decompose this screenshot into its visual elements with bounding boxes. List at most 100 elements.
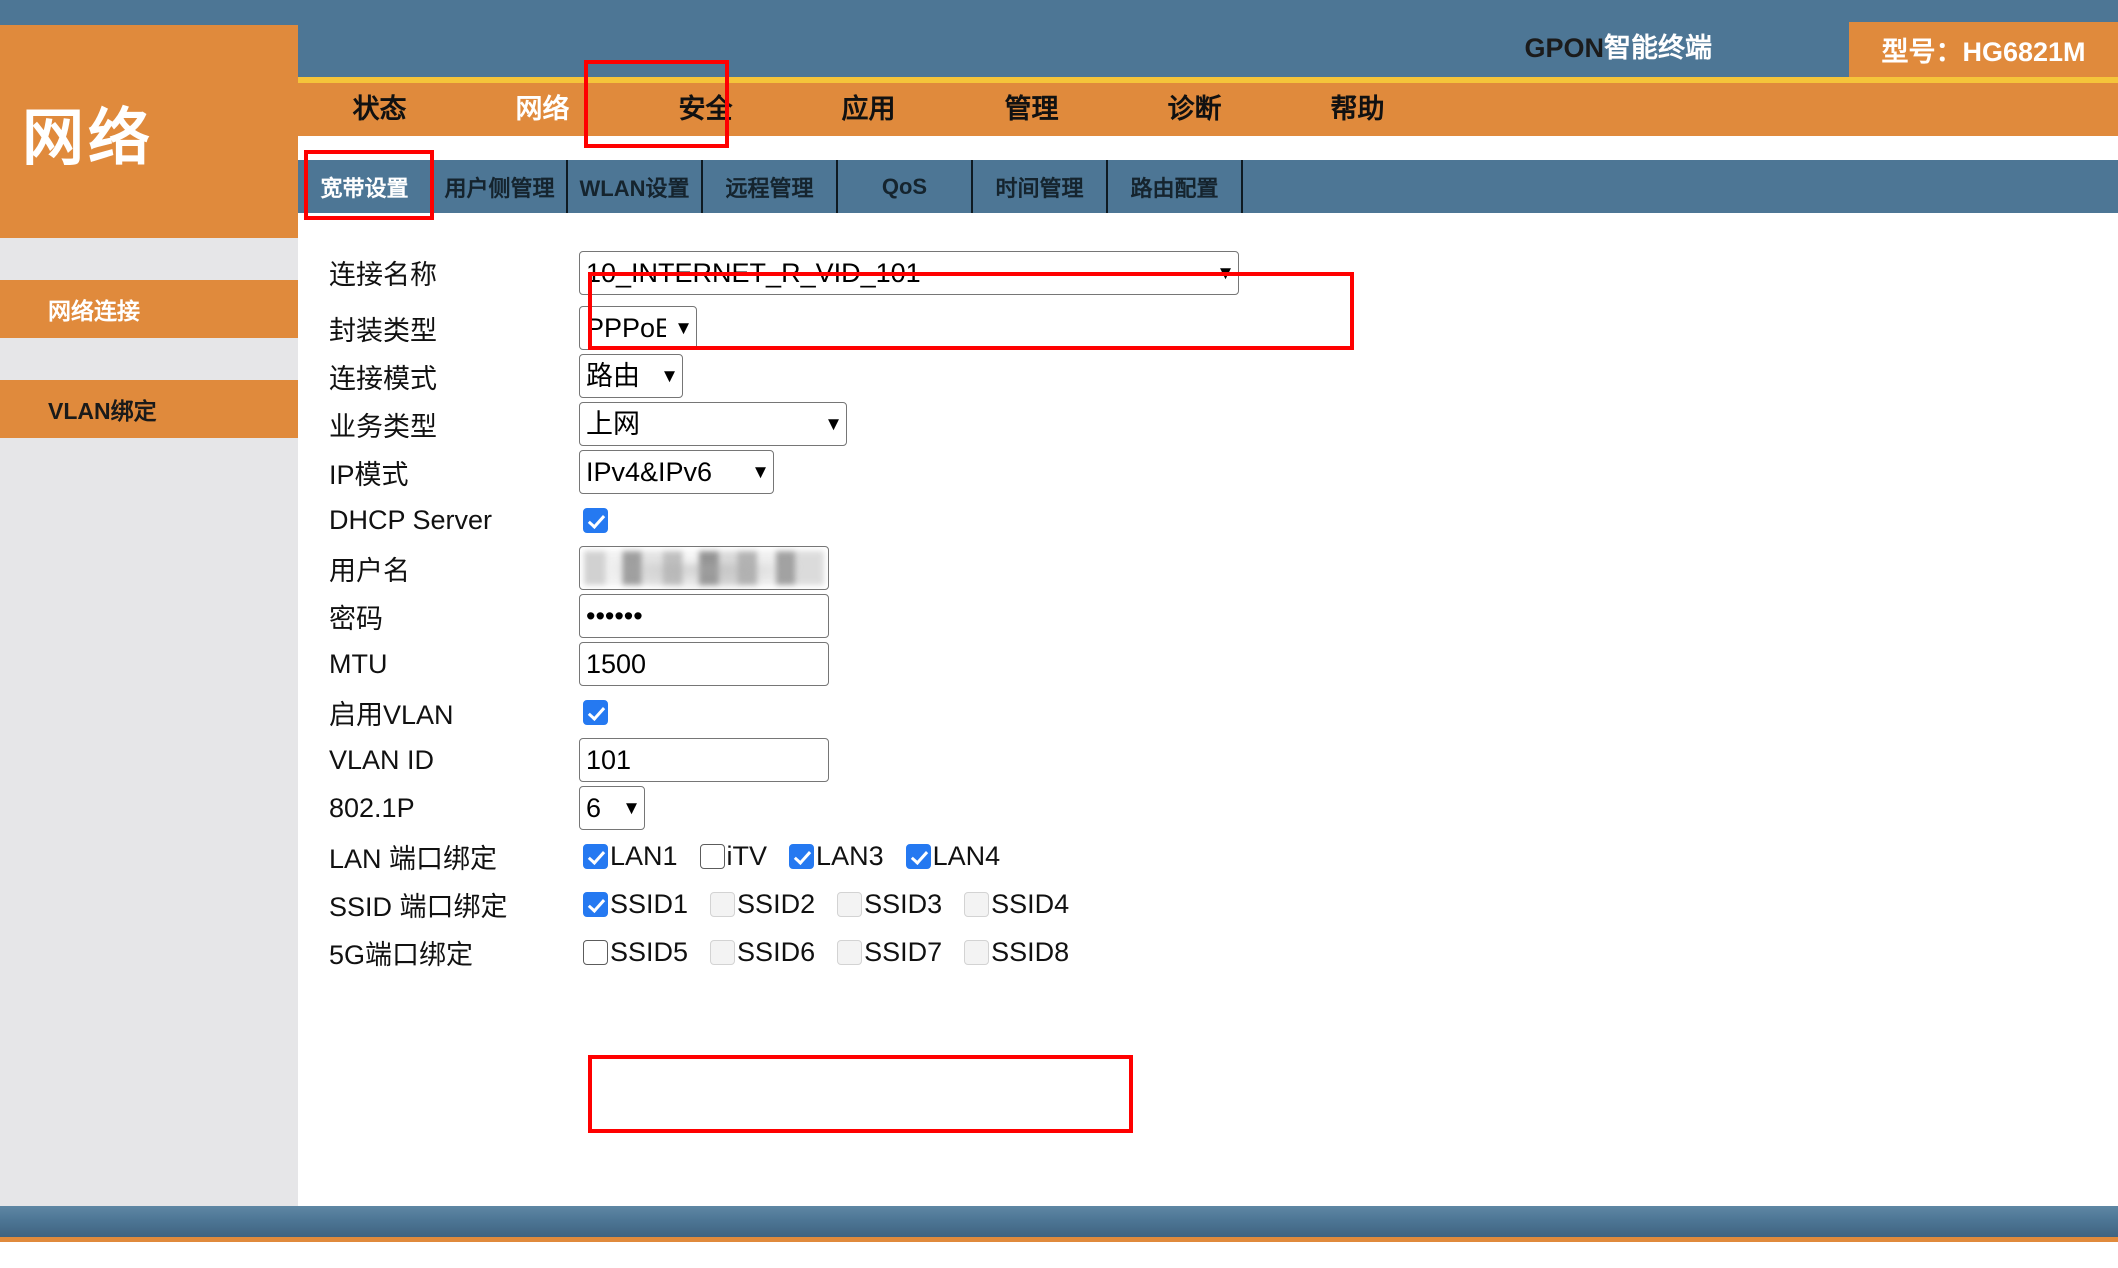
row-dhcp-server: DHCP Server (298, 496, 2118, 544)
row-connection-name: 连接名称 10_INTERNET_R_VID_101 (298, 241, 2118, 304)
dot1p-select[interactable]: 6 (579, 786, 645, 830)
itv-label: iTV (726, 840, 768, 871)
ssid1-checkbox[interactable] (583, 891, 608, 917)
vlan-id-field[interactable] (579, 738, 829, 782)
content-panel: 连接名称 10_INTERNET_R_VID_101 封装类型 PPPoE (298, 213, 2118, 1228)
lan4-checkbox[interactable] (905, 843, 931, 869)
password-field[interactable] (579, 594, 829, 638)
connection-name-select-wrap: 10_INTERNET_R_VID_101 (579, 250, 1239, 295)
ssid-binding-item-ssid6: SSID6 (710, 937, 815, 968)
dot1p-select-wrap: 6 (579, 786, 645, 830)
nav-item-application[interactable]: 应用 (787, 83, 950, 136)
row-vlan-id: VLAN ID (298, 736, 2118, 784)
connection-name-select[interactable]: 10_INTERNET_R_VID_101 (579, 250, 1239, 295)
ssid-binding-item-ssid1: SSID1 (583, 889, 688, 920)
header-band (0, 0, 2118, 77)
label-vlan-id: VLAN ID (329, 744, 435, 775)
ip-mode-select[interactable]: IPv4&IPv6 (579, 450, 774, 494)
nav-item-status[interactable]: 状态 (298, 83, 461, 136)
ssid8-checkbox (964, 939, 990, 965)
ssid-binding-item-ssid4: SSID4 (964, 889, 1069, 920)
label-dhcp-server: DHCP Server (329, 504, 493, 535)
label-enable-vlan: 启用VLAN (329, 699, 454, 730)
connection-mode-select[interactable]: 路由 (579, 354, 683, 398)
ssid6-checkbox (710, 939, 736, 965)
label-dot1p: 802.1P (329, 792, 415, 823)
router-admin-page: GPON智能终端 型号：HG6821M 网络 状态 网络 安全 应用 管理 诊断… (0, 0, 2118, 1268)
ssid-binding-item-ssid5: SSID5 (583, 937, 688, 968)
row-mtu: MTU (298, 640, 2118, 688)
encapsulation-type-select[interactable]: PPPoE (579, 306, 697, 350)
nav-item-network[interactable]: 网络 (461, 83, 624, 136)
lan-binding-item-lan1: LAN1 (583, 841, 678, 872)
label-password: 密码 (329, 603, 383, 634)
subtab-user-side-management[interactable]: 用户侧管理 (433, 160, 568, 213)
label-lan-binding: LAN 端口绑定 (329, 843, 498, 874)
subtab-remote-management[interactable]: 远程管理 (703, 160, 838, 213)
row-enable-vlan: 启用VLAN (298, 688, 2118, 736)
lan-binding-item-lan3: LAN3 (789, 841, 884, 872)
subtab-wlan-settings[interactable]: WLAN设置 (568, 160, 703, 213)
subtab-time-management[interactable]: 时间管理 (973, 160, 1108, 213)
row-ip-mode: IP模式 IPv4&IPv6 (298, 448, 2118, 496)
brand-prefix: GPON (1524, 33, 1604, 63)
row-ssid-binding: SSID 端口绑定 SSID1 SSID2 SSID3 SSID4 (298, 880, 2118, 928)
subtab-broadband-settings[interactable]: 宽带设置 (298, 160, 433, 213)
ssid-5g-binding-group: SSID5 SSID6 SSID7 SSID8 (583, 937, 1091, 968)
row-username: 用户名 (298, 544, 2118, 592)
nav-item-diagnostics[interactable]: 诊断 (1113, 83, 1276, 136)
service-type-select[interactable]: 上网 (579, 402, 847, 446)
nav-item-management[interactable]: 管理 (950, 83, 1113, 136)
ssid1-label: SSID1 (610, 888, 689, 919)
label-ssid-binding: SSID 端口绑定 (329, 891, 508, 922)
ssid7-label: SSID7 (864, 936, 943, 967)
mtu-field[interactable] (579, 642, 829, 686)
sidebar-item-vlan-binding[interactable]: VLAN绑定 (0, 380, 298, 438)
itv-checkbox[interactable] (699, 843, 725, 869)
lan1-checkbox[interactable] (583, 843, 608, 869)
ssid7-checkbox (837, 939, 863, 965)
lan-binding-item-itv: iTV (699, 840, 768, 872)
ssid2-label: SSID2 (737, 888, 816, 919)
ssid4-checkbox (964, 891, 990, 917)
row-encapsulation-type: 封装类型 PPPoE (298, 304, 2118, 352)
dhcp-server-checkbox[interactable] (583, 507, 608, 533)
nav-item-security[interactable]: 安全 (624, 83, 787, 136)
broadband-settings-form: 连接名称 10_INTERNET_R_VID_101 封装类型 PPPoE (298, 213, 2118, 976)
sidebar-gap-mid (0, 338, 298, 380)
ssid-binding-item-ssid8: SSID8 (964, 937, 1069, 968)
page-title: 网络 (0, 25, 298, 238)
username-redaction-smudge (604, 563, 804, 589)
nav-item-help[interactable]: 帮助 (1276, 83, 1439, 136)
subtab-qos[interactable]: QoS (838, 160, 973, 213)
ssid4-label: SSID4 (991, 888, 1070, 919)
ssid-binding-item-ssid3: SSID3 (837, 889, 942, 920)
row-service-type: 业务类型 上网 (298, 400, 2118, 448)
subnav-filler (1243, 160, 2118, 213)
lan4-label: LAN4 (932, 840, 1001, 871)
ssid5-checkbox[interactable] (583, 939, 608, 965)
lan1-label: LAN1 (610, 840, 678, 871)
row-connection-mode: 连接模式 路由 (298, 352, 2118, 400)
row-lan-binding: LAN 端口绑定 LAN1 iTV LAN3 LAN4 (298, 832, 2118, 880)
sub-nav: 宽带设置 用户侧管理 WLAN设置 远程管理 QoS 时间管理 路由配置 (298, 160, 2118, 213)
ssid2-checkbox (710, 891, 736, 917)
brand-title: GPON智能终端 (1524, 26, 1712, 65)
connection-mode-select-wrap: 路由 (579, 354, 683, 398)
subtab-route-config[interactable]: 路由配置 (1108, 160, 1243, 213)
sidebar-item-network-connection[interactable]: 网络连接 (0, 280, 298, 338)
row-password: 密码 (298, 592, 2118, 640)
label-mtu: MTU (329, 648, 388, 679)
ssid6-label: SSID6 (737, 936, 816, 967)
ssid5-label: SSID5 (610, 936, 689, 967)
ssid3-checkbox (837, 891, 863, 917)
lan3-checkbox[interactable] (789, 843, 815, 869)
main-nav: 状态 网络 安全 应用 管理 诊断 帮助 (298, 77, 2118, 136)
lan3-label: LAN3 (816, 840, 884, 871)
enable-vlan-checkbox[interactable] (583, 699, 608, 725)
ssid-binding-group: SSID1 SSID2 SSID3 SSID4 (583, 889, 1091, 920)
brand-suffix: 智能终端 (1604, 33, 1712, 63)
ip-mode-select-wrap: IPv4&IPv6 (579, 450, 774, 494)
label-5g-binding: 5G端口绑定 (329, 939, 474, 970)
username-field[interactable] (579, 546, 829, 590)
